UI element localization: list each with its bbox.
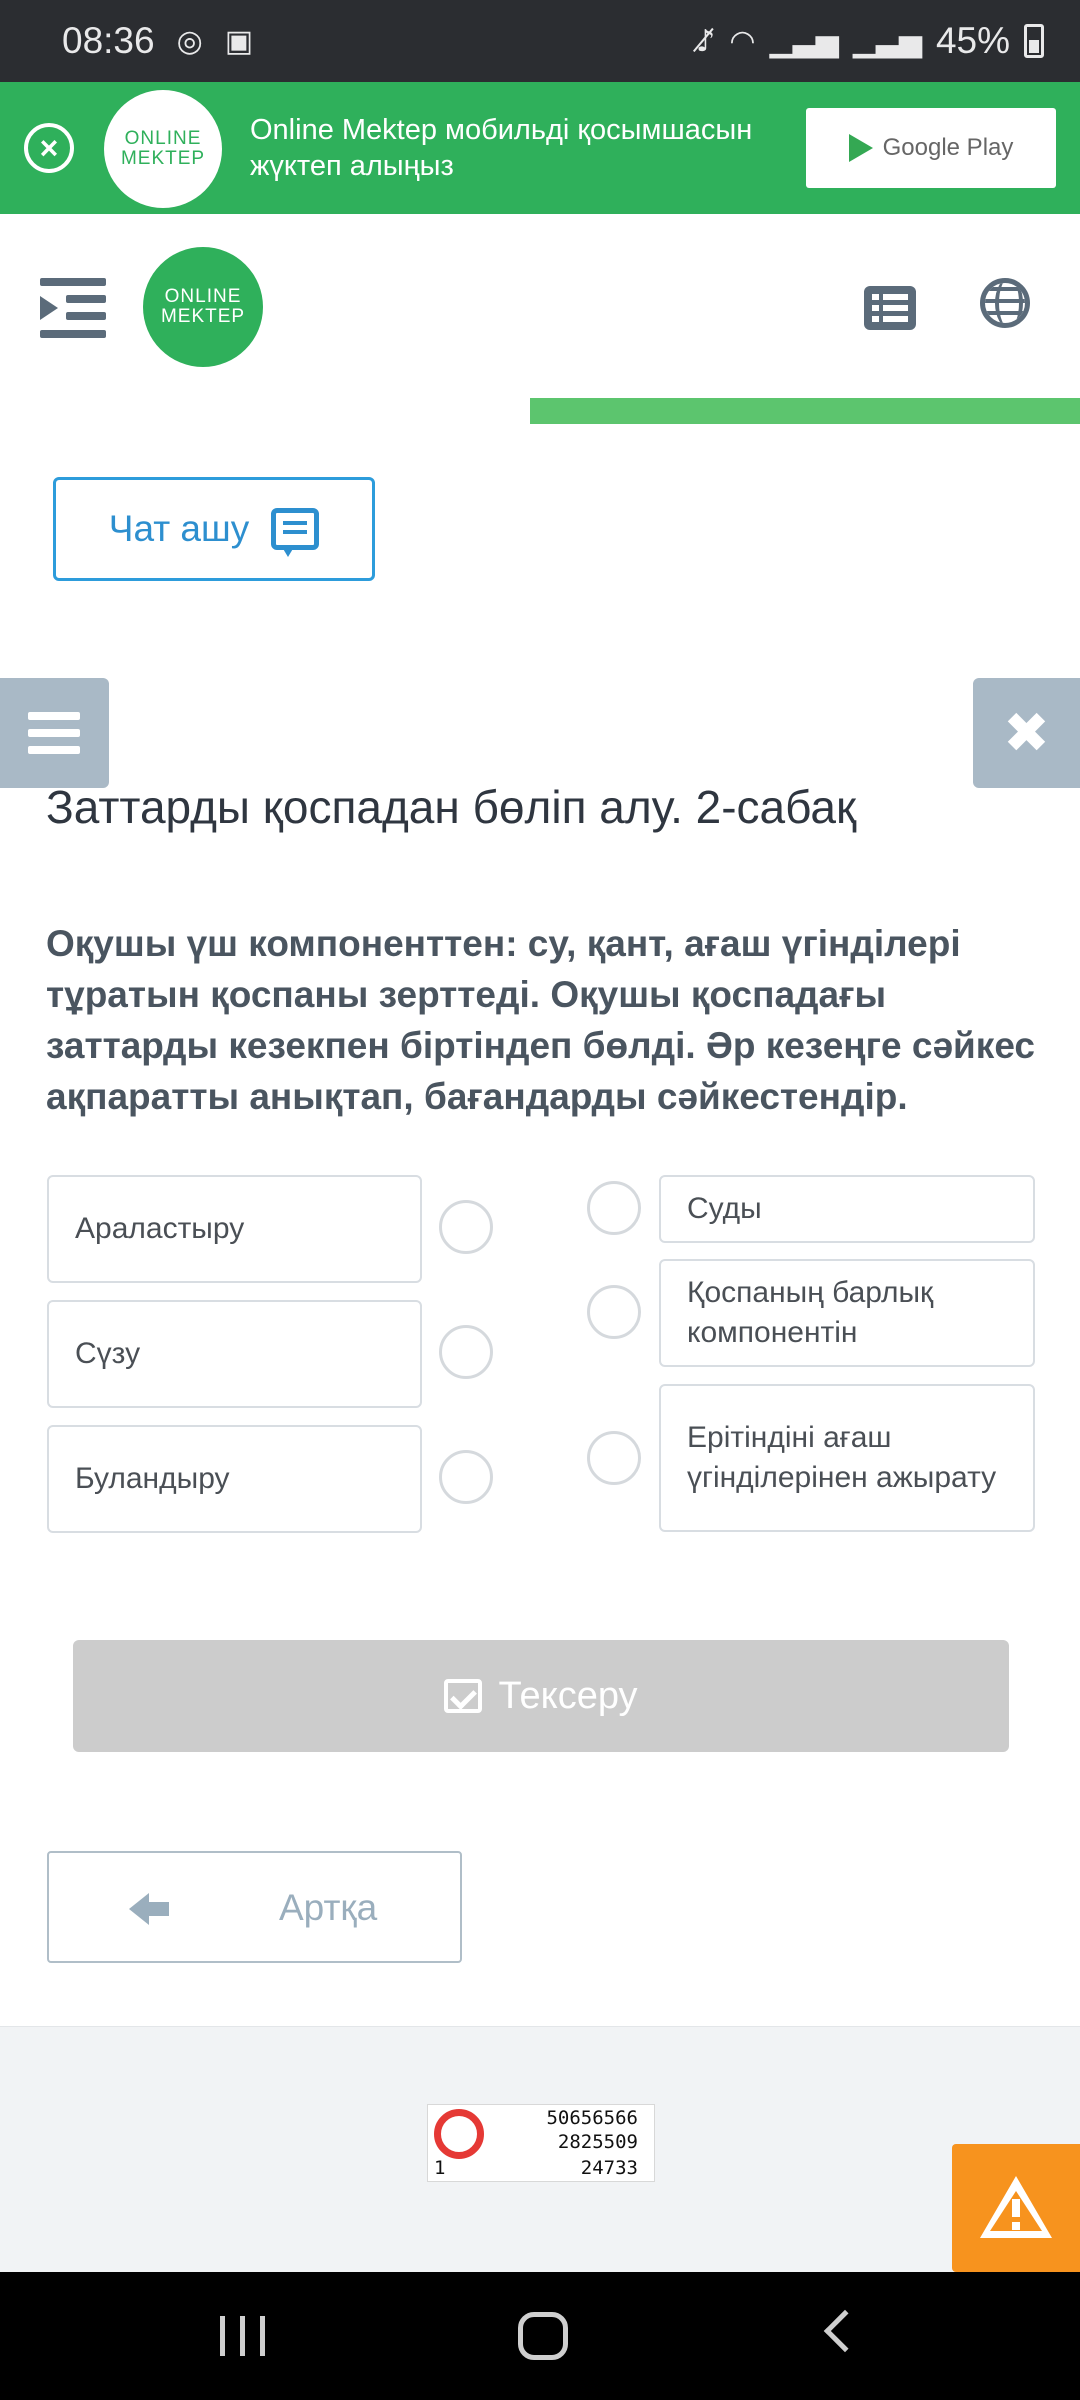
menu-indent-icon[interactable] <box>40 278 106 338</box>
check-answer-button[interactable]: Тексеру <box>73 1640 1009 1752</box>
check-square-icon <box>444 1679 483 1713</box>
online-mektep-logo: ONLINE MEKTEP <box>104 90 222 208</box>
google-play-button[interactable]: Google Play <box>806 108 1056 188</box>
back-button-label: Артқа <box>279 1887 378 1928</box>
lesson-title: Заттарды қоспадан бөліп алу. 2-сабақ <box>46 781 857 833</box>
google-play-label: Google Play <box>882 134 1014 161</box>
list-icon[interactable] <box>864 286 916 330</box>
status-time: 08:36 <box>62 20 155 61</box>
mute-icon: ♪̸ <box>696 23 716 59</box>
home-icon[interactable] <box>518 2312 568 2360</box>
app-header: ONLINE MEKTEP <box>0 214 1080 394</box>
whatsapp-icon: ◎ <box>176 23 203 59</box>
match-left-item[interactable]: Сүзу <box>47 1300 422 1408</box>
battery-icon <box>1024 24 1044 58</box>
match-left-item[interactable]: Араластыру <box>47 1175 422 1283</box>
match-right-item[interactable]: Қоспаның барлық компонентін <box>659 1259 1035 1367</box>
match-left-radio[interactable] <box>439 1325 493 1379</box>
chat-icon <box>271 508 320 557</box>
signal-icon: ▁▃▅ <box>769 23 839 59</box>
counter-line: 50656566 <box>546 2107 638 2129</box>
wifi-icon: ◠ <box>729 23 756 59</box>
recent-apps-icon[interactable] <box>220 2316 266 2356</box>
match-left-radio[interactable] <box>439 1200 493 1254</box>
counter-line: 1 <box>434 2157 446 2179</box>
counter-logo-icon <box>434 2109 484 2159</box>
match-left-item[interactable]: Буландыру <box>47 1425 422 1533</box>
match-right-radio[interactable] <box>587 1431 641 1485</box>
battery-percent: 45% <box>935 20 1010 61</box>
check-button-label: Тексеру <box>498 1674 638 1717</box>
counter-line: 24733 <box>580 2157 638 2179</box>
lesson-progress-bar <box>530 398 1080 424</box>
match-right-item[interactable]: Суды <box>659 1175 1035 1243</box>
open-chat-button[interactable]: Чат ашу <box>53 477 375 581</box>
side-menu-button[interactable] <box>0 678 109 788</box>
status-bar: 08:36 ◎ ▣ ♪̸ ◠ ▁▃▅ ▁▃▅ 45% <box>0 0 1080 82</box>
match-right-item[interactable]: Ерітіндіні ағаш үгінділерінен ажырату <box>659 1384 1035 1532</box>
arrow-left-icon <box>129 1887 169 1927</box>
counter-line: 2825509 <box>557 2131 638 2153</box>
match-right-radio[interactable] <box>587 1181 641 1235</box>
screen-record-icon: ▣ <box>224 23 254 59</box>
report-problem-button[interactable] <box>952 2144 1080 2272</box>
system-nav-bar <box>0 2272 1080 2400</box>
signal-icon: ▁▃▅ <box>852 23 922 59</box>
globe-icon[interactable] <box>980 278 1030 328</box>
match-left-radio[interactable] <box>439 1450 493 1504</box>
back-button[interactable]: Артқа <box>47 1851 462 1963</box>
chat-button-label: Чат ашу <box>108 508 250 549</box>
question-text: Оқушы үш компоненттен: су, қант, ағаш үг… <box>46 923 1035 1117</box>
back-nav-icon[interactable] <box>823 2309 867 2353</box>
online-mektep-logo[interactable]: ONLINE MEKTEP <box>143 247 263 367</box>
close-icon[interactable]: × <box>24 123 74 173</box>
close-panel-button[interactable]: ✖ <box>973 678 1080 788</box>
google-play-icon <box>848 134 873 162</box>
app-promo-banner: × ONLINE MEKTEP Online Mektep мобильді қ… <box>0 82 1080 214</box>
match-right-radio[interactable] <box>587 1285 641 1339</box>
promo-text: Online Mektep мобильді қосымшасын жүктеп… <box>250 114 753 182</box>
visit-counter[interactable]: 50656566 2825509 24733 1 <box>427 2104 655 2182</box>
